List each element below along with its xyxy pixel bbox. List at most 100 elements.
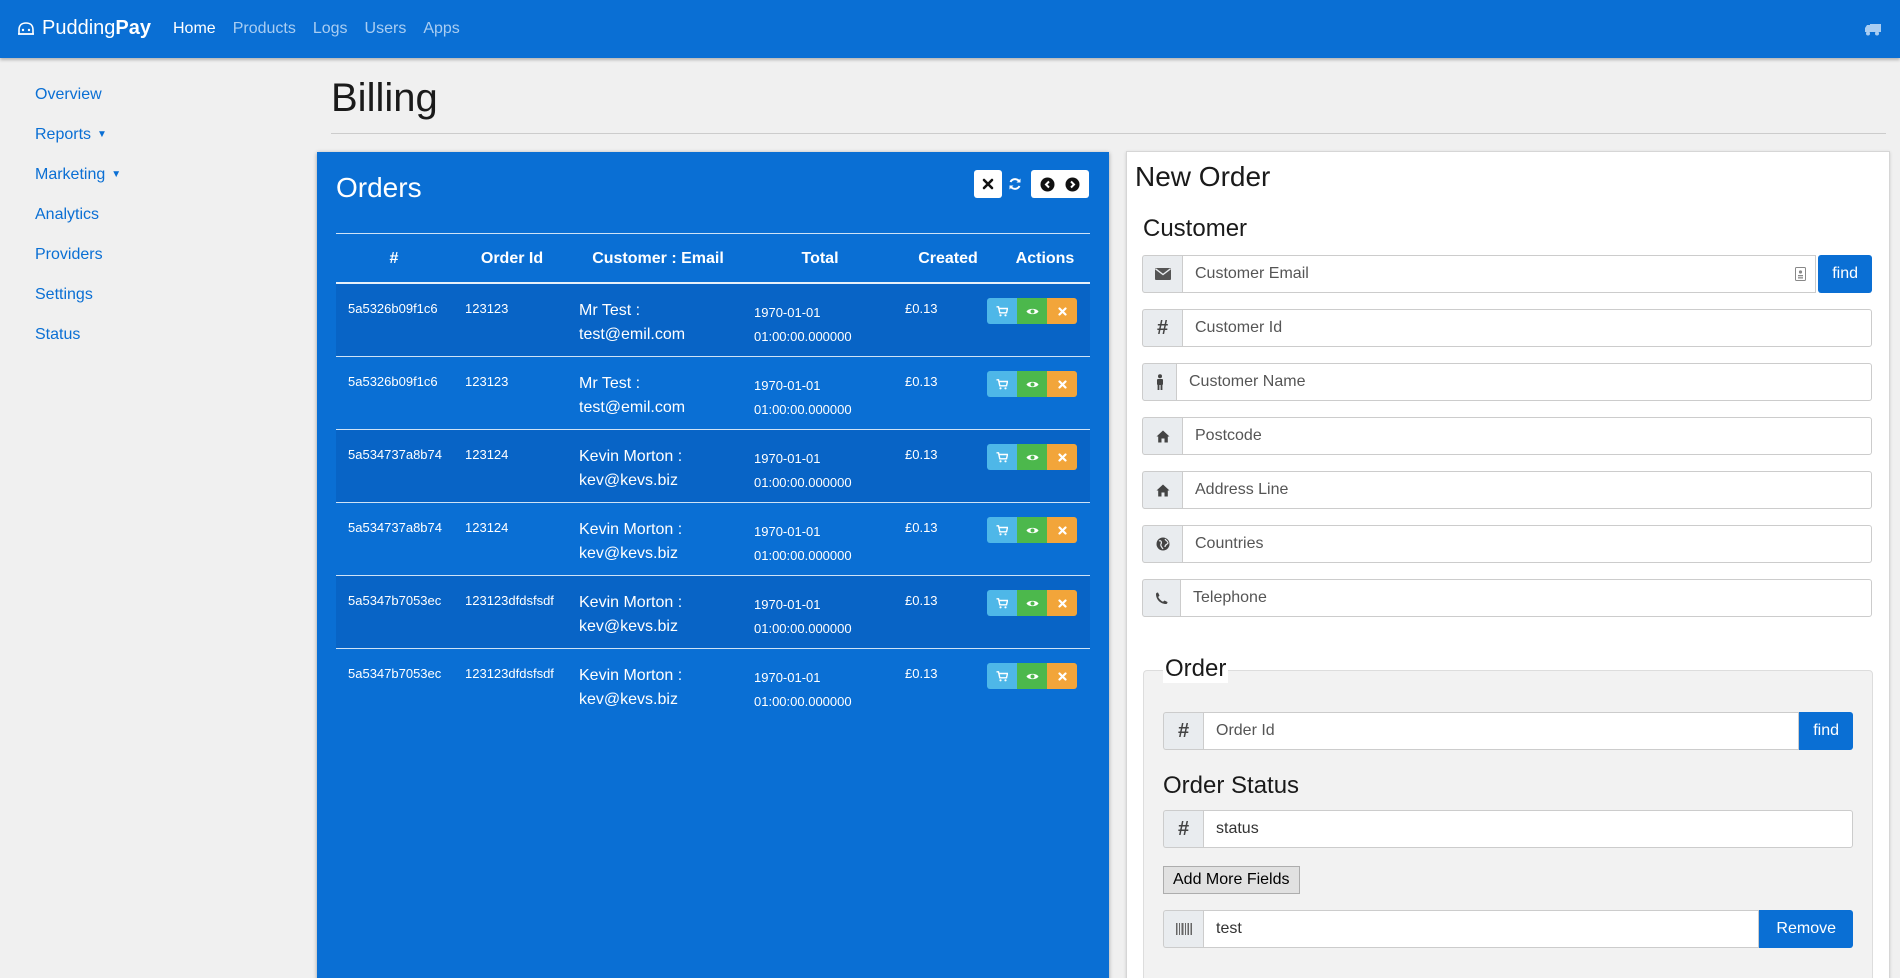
total-cell: £0.13 xyxy=(905,374,938,389)
sidebar-item-overview[interactable]: Overview xyxy=(35,86,102,104)
customer-email-cell: test@emil.com xyxy=(579,326,686,343)
telephone-group xyxy=(1142,579,1872,617)
nav-apps[interactable]: Apps xyxy=(423,20,459,38)
view-button[interactable] xyxy=(1017,298,1047,324)
address-line-input[interactable] xyxy=(1182,471,1872,509)
nav-logs[interactable]: Logs xyxy=(313,20,348,38)
phone-icon xyxy=(1156,592,1168,604)
delete-button[interactable] xyxy=(1047,590,1077,616)
add-more-fields-button[interactable]: Add More Fields xyxy=(1163,866,1300,894)
countries-group xyxy=(1142,525,1872,563)
total-cell: £0.13 xyxy=(905,447,938,462)
chevron-right-icon xyxy=(1065,177,1080,191)
home-icon xyxy=(1156,484,1169,496)
nav-home[interactable]: Home xyxy=(173,20,216,38)
customer-heading: Customer xyxy=(1143,215,1248,242)
view-button[interactable] xyxy=(1017,663,1047,689)
table-row: 5a5347b7053ec 123123dfdsfsdf Kevin Morton … xyxy=(336,576,1090,649)
extra-field-input[interactable] xyxy=(1203,910,1760,948)
sidebar-item-analytics[interactable]: Analytics xyxy=(35,206,99,224)
customer-name-input[interactable] xyxy=(1176,363,1872,401)
hash-icon: # xyxy=(1177,817,1190,840)
cart-button[interactable] xyxy=(987,663,1017,689)
cart-button[interactable] xyxy=(987,590,1017,616)
find-order-button[interactable]: find xyxy=(1799,712,1853,750)
close-button[interactable] xyxy=(974,170,1002,198)
envelope-addon xyxy=(1142,255,1182,293)
prev-page-button[interactable] xyxy=(1040,177,1055,192)
nav-products[interactable]: Products xyxy=(233,20,296,38)
delete-button[interactable] xyxy=(1047,517,1077,543)
cart-button[interactable] xyxy=(987,444,1017,470)
order-id-cell: 123123dfdsfsdf xyxy=(465,593,554,608)
order-status-input[interactable] xyxy=(1203,810,1853,848)
find-customer-button[interactable]: find xyxy=(1818,255,1872,293)
view-button[interactable] xyxy=(1017,590,1047,616)
delete-button[interactable] xyxy=(1047,371,1077,397)
countries-input[interactable] xyxy=(1182,525,1872,563)
brand[interactable]: PuddingPay xyxy=(16,17,151,40)
barcode-addon xyxy=(1163,910,1203,948)
postcode-input[interactable] xyxy=(1182,417,1872,455)
contact-card-icon[interactable] xyxy=(1795,267,1807,281)
created-date-cell: 1970-01-01 xyxy=(754,305,821,320)
order-heading: Order xyxy=(1163,655,1229,683)
sidebar-item-label: Status xyxy=(35,326,81,343)
sidebar-item-providers[interactable]: Providers xyxy=(35,246,103,264)
order-hash: 5a5326b09f1c6 xyxy=(348,374,438,389)
sidebar-item-label: Settings xyxy=(35,286,93,303)
cart-icon xyxy=(996,305,1008,316)
phone-addon xyxy=(1142,579,1180,617)
caret-down-icon: ▼ xyxy=(111,169,122,180)
truck-icon[interactable] xyxy=(1864,21,1882,37)
telephone-input[interactable] xyxy=(1180,579,1872,617)
orders-panel: Orders # Order Id Customer : Email Total… xyxy=(317,152,1109,978)
created-time-cell: 01:00:00.000000 xyxy=(754,694,852,709)
refresh-icon xyxy=(1009,178,1021,190)
title-divider xyxy=(331,133,1886,134)
table-row: 5a5347b7053ec 123123dfdsfsdf Kevin Morton … xyxy=(336,649,1090,722)
close-icon xyxy=(982,178,994,190)
created-date-cell: 1970-01-01 xyxy=(754,524,821,539)
table-row: 5a534737a8b74 123124 Kevin Morton : kev@kev… xyxy=(336,430,1090,503)
delete-button[interactable] xyxy=(1047,444,1077,470)
cart-button[interactable] xyxy=(987,371,1017,397)
hash-icon: # xyxy=(1156,316,1169,339)
created-time-cell: 01:00:00.000000 xyxy=(754,548,852,563)
order-hash: 5a534737a8b74 xyxy=(348,447,442,462)
cart-button[interactable] xyxy=(987,517,1017,543)
column-header: # xyxy=(389,250,399,267)
eye-icon xyxy=(1026,454,1038,460)
nav-users[interactable]: Users xyxy=(365,20,407,38)
order-id-input[interactable] xyxy=(1203,712,1800,750)
top-navbar: PuddingPay Home Products Logs Users Apps xyxy=(0,0,1900,58)
refresh-button[interactable] xyxy=(1003,170,1027,198)
next-page-button[interactable] xyxy=(1065,177,1080,192)
pager-buttons xyxy=(1031,170,1089,198)
sidebar-item-label: Marketing xyxy=(35,166,106,183)
view-button[interactable] xyxy=(1017,517,1047,543)
cart-button[interactable] xyxy=(987,298,1017,324)
postcode-group xyxy=(1142,417,1872,455)
remove-field-button[interactable]: Remove xyxy=(1759,910,1853,948)
view-button[interactable] xyxy=(1017,444,1047,470)
delete-button[interactable] xyxy=(1047,298,1077,324)
orders-table: # Order Id Customer : Email Total Create… xyxy=(336,233,1090,722)
created-date-cell: 1970-01-01 xyxy=(754,378,821,393)
new-order-title: New Order xyxy=(1135,161,1271,192)
close-icon xyxy=(1057,525,1067,535)
person-icon xyxy=(1156,374,1163,390)
globe-icon xyxy=(1156,537,1169,551)
customer-email-input[interactable] xyxy=(1182,255,1817,293)
sidebar-item-status[interactable]: Status xyxy=(35,326,80,344)
customer-id-input[interactable] xyxy=(1182,309,1872,347)
extra-field-group: Remove xyxy=(1163,910,1853,948)
order-status-heading: Order Status xyxy=(1163,772,1300,799)
delete-button[interactable] xyxy=(1047,663,1077,689)
table-row: 5a5326b09f1c6 123123 Mr Test : test@emil.co… xyxy=(336,357,1090,430)
customer-email-group: find xyxy=(1142,255,1872,293)
sidebar-item-settings[interactable]: Settings xyxy=(35,286,93,304)
sidebar-item-reports[interactable]: Reports ▼ xyxy=(35,126,107,144)
view-button[interactable] xyxy=(1017,371,1047,397)
sidebar-item-marketing[interactable]: Marketing ▼ xyxy=(35,166,121,184)
